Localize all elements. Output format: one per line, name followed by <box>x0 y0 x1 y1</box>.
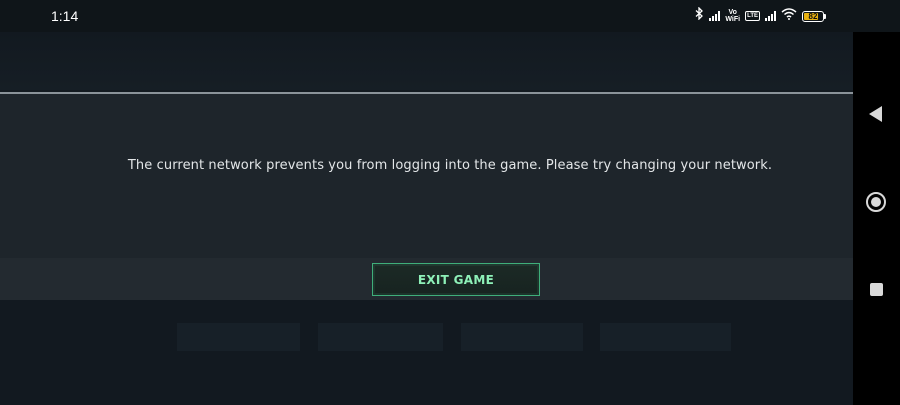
game-screen: 1:14 Vo WiFi LTE 82 EXIT GAME The curren… <box>0 0 900 405</box>
background-menu-button <box>461 323 583 351</box>
bluetooth-icon <box>695 6 704 25</box>
back-icon[interactable] <box>869 106 882 122</box>
home-icon[interactable] <box>866 192 886 212</box>
background-menu-button <box>600 323 731 351</box>
battery-level: 82 <box>808 11 818 21</box>
status-time: 1:14 <box>51 8 79 24</box>
vowifi-icon: Vo WiFi <box>725 9 741 23</box>
background-menu-button <box>177 323 300 351</box>
battery-cap <box>824 13 826 19</box>
exit-game-button[interactable]: EXIT GAME <box>372 263 540 296</box>
game-background-top <box>0 32 853 90</box>
background-menu-button <box>318 323 443 351</box>
recents-icon[interactable] <box>870 283 883 296</box>
volte-icon: LTE <box>745 11 760 21</box>
wifi-icon <box>781 7 797 25</box>
signal-icon <box>709 11 721 21</box>
status-icons: Vo WiFi LTE 82 <box>695 6 826 25</box>
battery-body: 82 <box>802 10 824 22</box>
battery-icon: 82 <box>802 10 826 22</box>
signal-icon <box>765 11 776 21</box>
game-background-bottom <box>0 300 853 405</box>
navigation-bar <box>853 32 900 405</box>
dialog-message: The current network prevents you from lo… <box>127 158 773 173</box>
status-bar: 1:14 Vo WiFi LTE 82 <box>0 0 900 32</box>
network-error-dialog: EXIT GAME <box>0 92 853 300</box>
